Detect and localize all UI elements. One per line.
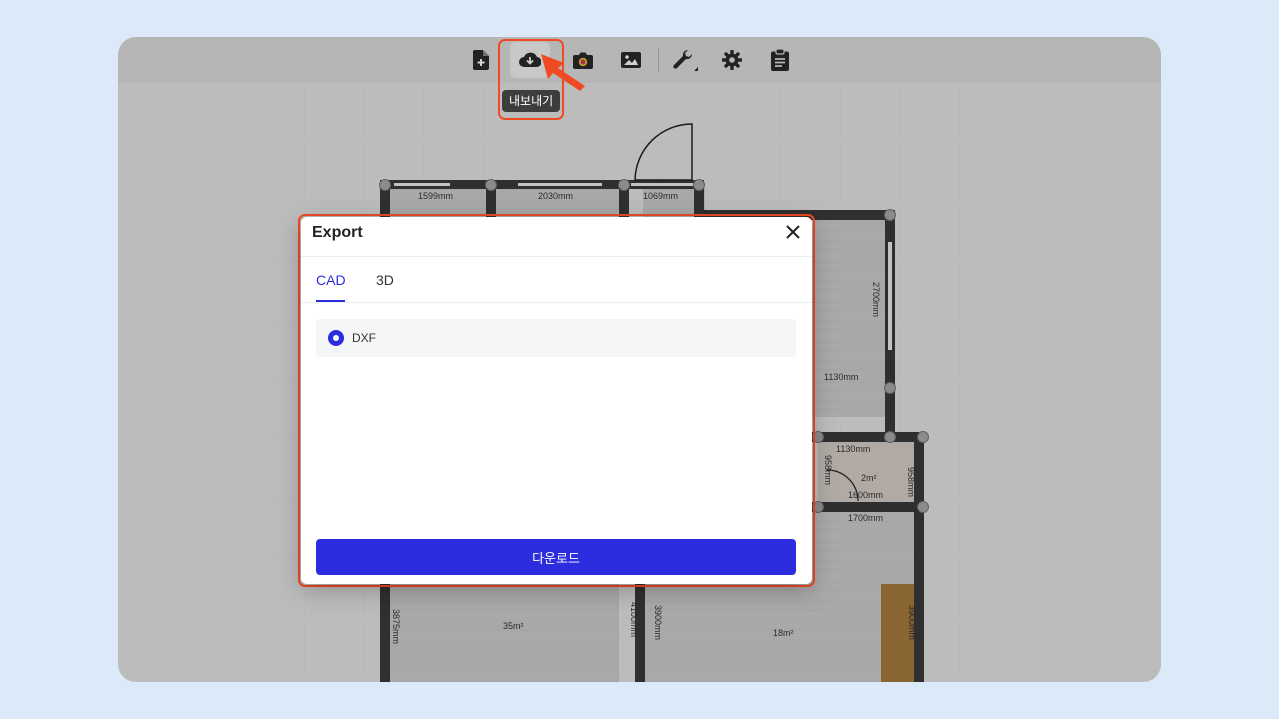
dimension-label: 3900mm [653, 605, 663, 641]
dxf-radio[interactable] [328, 330, 344, 346]
export-dialog: Export CAD 3D DXF 다운로드 [301, 217, 812, 584]
tab-3d[interactable]: 3D [376, 272, 394, 288]
new-file-button[interactable] [461, 42, 501, 78]
dimension-label: 1130mm [824, 372, 859, 382]
dxf-label: DXF [352, 331, 376, 345]
close-button[interactable] [782, 223, 804, 245]
window [394, 183, 450, 186]
close-icon [786, 224, 800, 244]
tools-button[interactable] [665, 42, 705, 78]
settings-button[interactable] [712, 42, 752, 78]
area-label: 18m² [773, 628, 794, 638]
dimension-label: 4100mm [629, 602, 639, 638]
dimension-label: 3875mm [391, 609, 401, 645]
dimension-label: 2700mm [871, 282, 881, 318]
clipboard-icon [771, 49, 789, 71]
image-button[interactable] [611, 42, 651, 78]
dimension-label: 958mm [823, 455, 833, 486]
dimension-label: 2030mm [538, 191, 574, 201]
divider [301, 302, 812, 303]
dimension-label: 958mm [906, 467, 916, 498]
window [888, 242, 892, 350]
window [631, 183, 693, 186]
dimension-label: 1600mm [848, 490, 884, 500]
dimension-label: 3900mm [907, 605, 917, 641]
image-icon [621, 52, 641, 68]
file-plus-icon [473, 50, 489, 70]
area-label: 2m² [861, 473, 877, 483]
toolbar-separator [658, 47, 659, 73]
wrench-icon [672, 48, 698, 72]
download-button[interactable]: 다운로드 [316, 539, 796, 575]
clipboard-button[interactable] [760, 42, 800, 78]
pointer-arrow-icon [541, 54, 585, 91]
gear-icon [722, 50, 742, 70]
dxf-option[interactable]: DXF [316, 319, 796, 357]
dialog-title: Export [312, 224, 363, 241]
toolbar [118, 37, 1161, 83]
dimension-label: 1069mm [643, 191, 679, 201]
window [518, 183, 602, 186]
area-label: 35m² [503, 621, 524, 631]
tab-cad[interactable]: CAD [316, 272, 346, 288]
divider [301, 256, 812, 257]
dimension-label: 1700mm [848, 513, 884, 523]
dimension-label: 1130mm [836, 444, 871, 454]
dimension-label: 1599mm [418, 191, 454, 201]
